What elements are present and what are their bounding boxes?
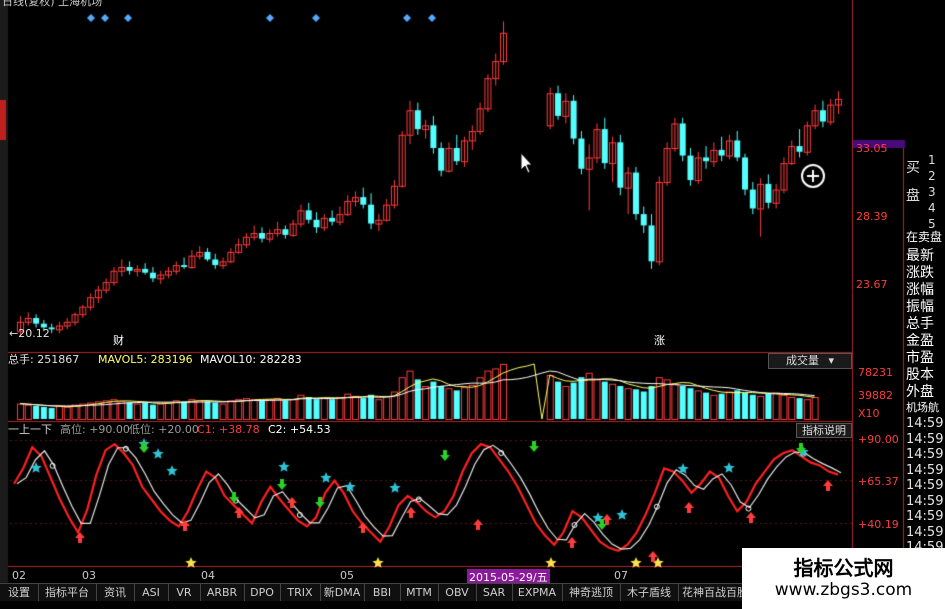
tab-6[interactable]: DPO [244, 584, 281, 601]
trade-time-1: 14:59 [906, 431, 944, 447]
date-label-05: 05 [340, 569, 354, 582]
indicator-name: 一上一下 [8, 423, 52, 436]
watermark-title: 指标公式网 [793, 556, 894, 580]
trade-time-0: 14:59 [906, 416, 944, 431]
chart-canvas[interactable] [0, 0, 945, 609]
price-axis-mid: 28.39 [856, 210, 888, 223]
marker-cai: 财 [113, 334, 124, 347]
sell-label: 盘 [906, 188, 920, 204]
tab-15[interactable]: 木子盾线 [620, 584, 679, 601]
buy-label: 买 [906, 160, 920, 176]
volume-dropdown-label: 成交量 [785, 354, 819, 367]
tab-10[interactable]: MTM [400, 584, 439, 601]
price-axis-high: 33.05 [856, 142, 888, 155]
tab-1[interactable]: 指标平台 [38, 584, 97, 601]
date-label-04: 04 [201, 569, 215, 582]
tab-14[interactable]: 神奇逃顶 [562, 584, 621, 601]
low-price-label: ←20.12 [9, 327, 50, 340]
indicator-c1: C1: +38.78 [197, 423, 260, 436]
indicator-axis-mid: +65.37 [858, 475, 899, 488]
indicator-axis-high: +90.00 [858, 433, 899, 446]
trade-time-6: 14:59 [906, 509, 944, 524]
level-3: 3 [928, 185, 936, 199]
level-4: 4 [928, 201, 936, 215]
marker-zhang: 涨 [654, 334, 665, 347]
trade-time-4: 14:59 [906, 478, 944, 493]
tab-4[interactable]: VR [168, 584, 201, 601]
level-1: 1 [928, 153, 936, 167]
volume-ma10: MAVOL10: 282283 [200, 353, 302, 366]
trade-time-5: 14:59 [906, 493, 944, 509]
indicator-c2: C2: +54.53 [268, 423, 331, 436]
volume-total: 总手: 251867 [8, 353, 80, 366]
trade-time-3: 14:59 [906, 462, 944, 478]
tab-12[interactable]: SAR [476, 584, 513, 601]
volume-axis-unit: X10 [858, 407, 880, 420]
chevron-down-icon: ▾ [828, 354, 835, 367]
tab-8[interactable]: 新DMA [320, 584, 365, 601]
tab-2[interactable]: 资讯 [96, 584, 135, 601]
indicator-info-button[interactable]: 指标说明 [796, 423, 852, 438]
tab-13[interactable]: EXPMA [512, 584, 563, 601]
indicator-header: 一上一下 高位: +90.00 低位: +20.00 C1: +38.78 C2… [0, 422, 852, 438]
indicator-low: 低位: +20.00 [129, 423, 199, 436]
watermark-url: www.zbgs3.com [774, 580, 913, 600]
chart-title: 日线(复权) 上海机场 [2, 0, 103, 8]
date-label-07: 07 [614, 569, 628, 582]
level-2: 2 [928, 169, 936, 183]
tab-7[interactable]: TRIX [280, 584, 321, 601]
trade-time-2: 14:59 [906, 447, 944, 462]
tab-0[interactable]: 设置 [0, 584, 39, 601]
date-label-03: 03 [82, 569, 96, 582]
volume-axis-mid: 39882 [858, 389, 893, 402]
volume-ma5: MAVOL5: 283196 [98, 353, 193, 366]
quote-item-sell-queue[interactable]: 在卖盘 [906, 228, 942, 245]
indicator-high: 高位: +90.00 [60, 423, 130, 436]
volume-dropdown[interactable]: 成交量 ▾ [768, 353, 852, 369]
quote-item-name: 机场航 [906, 401, 939, 414]
watermark: 指标公式网 www.zbgs3.com [742, 548, 945, 609]
tab-5[interactable]: ARBR [200, 584, 245, 601]
tab-3[interactable]: ASI [134, 584, 169, 601]
price-axis-low: 23.67 [856, 278, 888, 291]
trade-time-7: 14:59 [906, 524, 944, 540]
tab-9[interactable]: BBI [364, 584, 401, 601]
volume-header: 总手: 251867 MAVOL5: 283196 MAVOL10: 28228… [0, 352, 852, 368]
quote-item-outer: 外盘 [906, 384, 934, 400]
tab-11[interactable]: OBV [438, 584, 477, 601]
date-label-02: 02 [12, 569, 26, 582]
volume-axis-high: 78231 [858, 366, 893, 379]
indicator-axis-low: +40.19 [858, 518, 899, 531]
